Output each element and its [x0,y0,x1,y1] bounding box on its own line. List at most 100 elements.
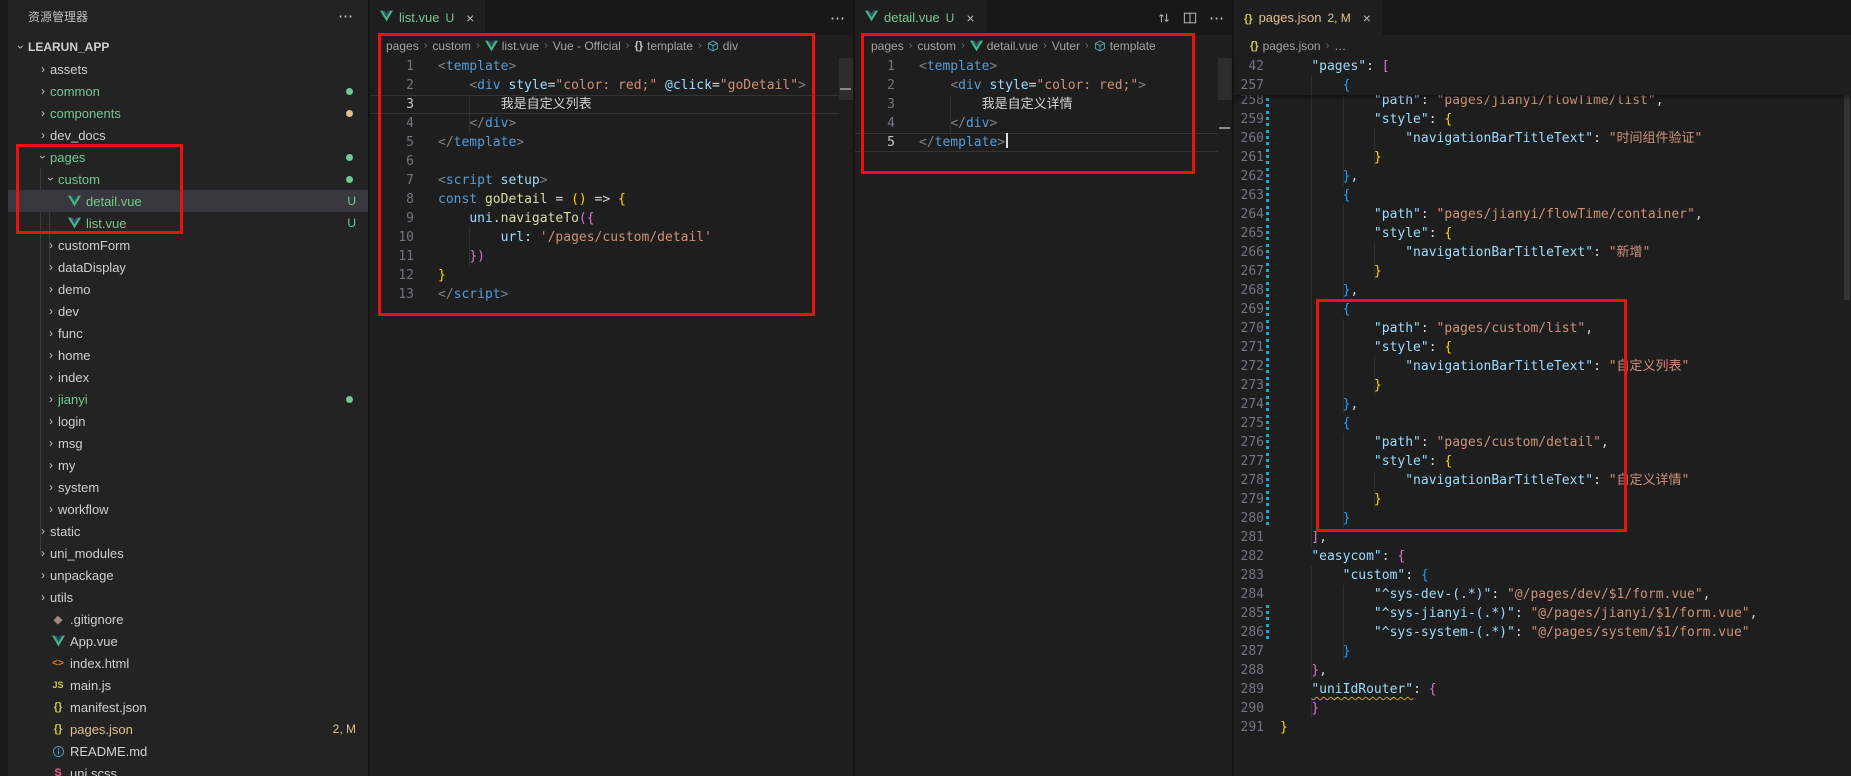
tree-item-dev[interactable]: ›dev [8,300,368,322]
tree-item-pages.json[interactable]: {}pages.json2, M [8,718,368,740]
chevron-closed-icon[interactable]: › [44,458,58,472]
chevron-closed-icon[interactable]: › [44,304,58,318]
split-editor-icon[interactable] [1183,11,1197,25]
code-line-279[interactable]: 279 } [1234,490,1851,509]
breadcrumb-item-custom[interactable]: custom [917,39,956,53]
code-line-2[interactable]: 2 <div style="color: red;" @click="goDet… [370,76,853,95]
tree-item-index.html[interactable]: <>index.html [8,652,368,674]
breadcrumb-item-custom[interactable]: custom [432,39,471,53]
code-line-274[interactable]: 274 }, [1234,395,1851,414]
chevron-closed-icon[interactable]: › [36,590,50,604]
breadcrumb-item-template[interactable]: template [1094,39,1156,53]
tree-item-dev_docs[interactable]: ›dev_docs [8,124,368,146]
explorer-more-icon[interactable]: ⋯ [338,7,354,25]
tree-item-index[interactable]: ›index [8,366,368,388]
chevron-open-icon[interactable]: › [14,40,28,54]
tree-item-uni_modules[interactable]: ›uni_modules [8,542,368,564]
open-changes-icon[interactable] [1157,11,1171,25]
code-line-280[interactable]: 280 } [1234,509,1851,528]
chevron-closed-icon[interactable]: › [44,326,58,340]
tree-item-system[interactable]: ›system [8,476,368,498]
chevron-closed-icon[interactable]: › [36,62,50,76]
breadcrumb-item-list.vue[interactable]: list.vue [485,39,539,53]
tree-item-pages[interactable]: ›pages [8,146,368,168]
tree-item-main.js[interactable]: JSmain.js [8,674,368,696]
code-line-1[interactable]: 1<template> [370,57,853,76]
tree-item-login[interactable]: ›login [8,410,368,432]
code-line-259[interactable]: 259 "style": { [1234,110,1851,129]
chevron-closed-icon[interactable]: › [36,524,50,538]
tree-item-func[interactable]: ›func [8,322,368,344]
code-line-8[interactable]: 8const goDetail = () => { [370,190,853,209]
code-line-268[interactable]: 268 }, [1234,281,1851,300]
breadcrumb-item-detail.vue[interactable]: detail.vue [970,39,1038,53]
tree-item-README.md[interactable]: README.md [8,740,368,762]
code-line-3[interactable]: 3 我是自定义列表 [370,95,853,114]
tab-detail.vue[interactable]: detail.vueU× [855,0,986,35]
code-line-4[interactable]: 4 </div> [370,114,853,133]
chevron-closed-icon[interactable]: › [44,414,58,428]
chevron-closed-icon[interactable]: › [44,392,58,406]
minimap-slider[interactable] [839,58,853,100]
code-line-267[interactable]: 267 } [1234,262,1851,281]
code-line-288[interactable]: 288 }, [1234,661,1851,680]
code-line-262[interactable]: 262 }, [1234,167,1851,186]
code-line-285[interactable]: 285 "^sys-jianyi-(.*)": "@/pages/jianyi/… [1234,604,1851,623]
tree-item-assets[interactable]: ›assets [8,58,368,80]
code-line-2[interactable]: 2 <div style="color: red;"> [855,76,1232,95]
chevron-closed-icon[interactable]: › [44,238,58,252]
tree-item-demo[interactable]: ›demo [8,278,368,300]
code-line-282[interactable]: 282 "easycom": { [1234,547,1851,566]
code-line-7[interactable]: 7<script setup> [370,171,853,190]
chevron-closed-icon[interactable]: › [44,282,58,296]
tree-item-jianyi[interactable]: ›jianyi [8,388,368,410]
tree-item-static[interactable]: ›static [8,520,368,542]
code-line-5[interactable]: 5</template> [370,133,853,152]
tree-item-customForm[interactable]: ›customForm [8,234,368,256]
code-line-278[interactable]: 278 "navigationBarTitleText": "自定义详情" [1234,471,1851,490]
tree-item-dataDisplay[interactable]: ›dataDisplay [8,256,368,278]
code-line-284[interactable]: 284 "^sys-dev-(.*)": "@/pages/dev/$1/for… [1234,585,1851,604]
breadcrumb-item-[interactable]: … [1334,39,1346,53]
chevron-closed-icon[interactable]: › [44,260,58,274]
tree-item-workflow[interactable]: ›workflow [8,498,368,520]
code-line-272[interactable]: 272 "navigationBarTitleText": "自定义列表" [1234,357,1851,376]
code-line-265[interactable]: 265 "style": { [1234,224,1851,243]
chevron-closed-icon[interactable]: › [44,370,58,384]
code-line-273[interactable]: 273 } [1234,376,1851,395]
close-tab-icon[interactable]: × [1363,10,1371,26]
tree-item-manifest.json[interactable]: {}manifest.json [8,696,368,718]
tree-item-msg[interactable]: ›msg [8,432,368,454]
tree-item-list.vue[interactable]: list.vueU [8,212,368,234]
chevron-closed-icon[interactable]: › [36,106,50,120]
chevron-closed-icon[interactable]: › [44,502,58,516]
more-actions-icon[interactable]: ⋯ [830,9,845,27]
code-line-290[interactable]: 290 } [1234,699,1851,718]
tree-item-LEARUN_APP[interactable]: ›LEARUN_APP [8,36,368,58]
chevron-open-icon[interactable]: › [36,150,50,164]
code-line-10[interactable]: 10 url: '/pages/custom/detail' [370,228,853,247]
code-line-289[interactable]: 289 "uniIdRouter": { [1234,680,1851,699]
minimap[interactable] [1218,35,1232,776]
tree-item-my[interactable]: ›my [8,454,368,476]
breadcrumb-item-pages.json[interactable]: {}pages.json [1250,39,1321,53]
code-line-12[interactable]: 12} [370,266,853,285]
code-line-4[interactable]: 4 </div> [855,114,1232,133]
minimap-slider[interactable] [1218,58,1232,100]
code-line-261[interactable]: 261 } [1234,148,1851,167]
code-line-286[interactable]: 286 "^sys-system-(.*)": "@/pages/system/… [1234,623,1851,642]
code-line-11[interactable]: 11 }) [370,247,853,266]
code-line-263[interactable]: 263 { [1234,186,1851,205]
code-line-291[interactable]: 291} [1234,718,1851,737]
code-editor[interactable]: 1<template>2 <div style="color: red;">3 … [855,57,1232,152]
chevron-closed-icon[interactable]: › [44,348,58,362]
chevron-closed-icon[interactable]: › [44,436,58,450]
breadcrumb-item-Vue-Official[interactable]: Vue - Official [553,39,621,53]
tree-item-common[interactable]: ›common [8,80,368,102]
tree-item-.gitignore[interactable]: ◆.gitignore [8,608,368,630]
code-line-3[interactable]: 3 我是自定义详情 [855,95,1232,114]
code-line-276[interactable]: 276 "path": "pages/custom/detail", [1234,433,1851,452]
code-line-281[interactable]: 281 ], [1234,528,1851,547]
tree-item-uni.scss[interactable]: Suni.scss [8,762,368,776]
tree-item-utils[interactable]: ›utils [8,586,368,608]
